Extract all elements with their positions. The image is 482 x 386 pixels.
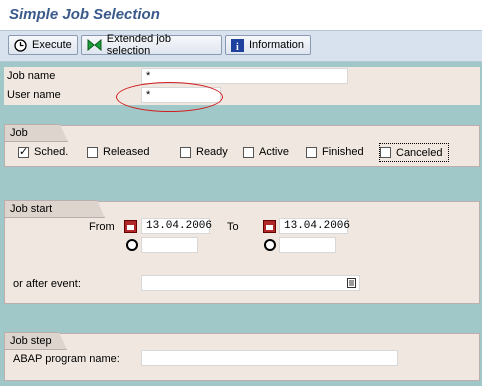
status-ready[interactable]: Ready — [180, 146, 228, 158]
active-checkbox[interactable] — [243, 146, 254, 158]
to-calendar-icon[interactable] — [263, 220, 276, 233]
from-date-input[interactable]: 13.04.2006 — [141, 218, 212, 234]
user-name-row: User name — [4, 86, 480, 105]
sched-checkbox[interactable]: ✓ — [18, 146, 29, 158]
status-canceled[interactable]: Canceled — [379, 143, 450, 162]
extended-selection-label: Extended job selection — [106, 33, 172, 57]
released-checkbox[interactable] — [87, 146, 98, 158]
job-step-title: Job step — [4, 332, 67, 350]
to-label: To — [227, 221, 239, 233]
ready-checkbox[interactable] — [180, 146, 191, 158]
status-released[interactable]: Released — [87, 146, 149, 158]
event-label: or after event: — [13, 278, 81, 290]
canceled-checkbox[interactable] — [380, 147, 391, 158]
event-list-icon[interactable] — [347, 278, 356, 288]
status-finished[interactable]: Finished — [306, 146, 364, 158]
job-name-label: Job name — [7, 70, 56, 82]
execute-button[interactable]: Execute — [8, 35, 78, 55]
ready-label: Ready — [196, 146, 228, 158]
from-time-input[interactable] — [141, 237, 198, 253]
status-active[interactable]: Active — [243, 146, 289, 158]
sched-label: Sched. — [34, 146, 69, 158]
from-calendar-icon[interactable] — [124, 220, 137, 233]
user-name-highlight — [116, 82, 223, 112]
execute-clock-icon — [14, 38, 27, 52]
execute-label: Execute — [32, 39, 72, 51]
from-label: From — [89, 221, 115, 233]
canceled-label: Canceled — [396, 146, 443, 159]
finished-label: Finished — [322, 146, 364, 158]
information-label: Information — [249, 39, 305, 51]
job-status-title: Job status — [4, 124, 68, 142]
user-name-label: User name — [7, 89, 61, 101]
status-sched[interactable]: ✓ Sched. — [18, 146, 68, 158]
event-input[interactable] — [141, 275, 360, 291]
abap-program-label: ABAP program name: — [13, 353, 120, 365]
to-time-clock-icon[interactable] — [264, 239, 276, 251]
page-title: Simple Job Selection — [9, 6, 160, 23]
abap-program-input[interactable] — [141, 350, 398, 366]
to-date-input[interactable]: 13.04.2006 — [279, 218, 350, 234]
toolbar: Execute Extended job selection i Informa… — [0, 30, 482, 62]
svg-text:i: i — [236, 42, 239, 52]
released-label: Released — [103, 146, 150, 158]
extended-selection-button[interactable]: Extended job selection — [81, 33, 222, 57]
finished-checkbox[interactable] — [306, 146, 317, 158]
job-start-condition-title: Job start condition — [4, 200, 105, 218]
info-icon: i — [231, 38, 244, 52]
information-button[interactable]: i Information — [225, 35, 311, 55]
active-label: Active — [259, 146, 289, 158]
extended-selection-icon — [87, 39, 102, 51]
from-time-clock-icon[interactable] — [126, 239, 138, 251]
to-time-input[interactable] — [279, 237, 336, 253]
